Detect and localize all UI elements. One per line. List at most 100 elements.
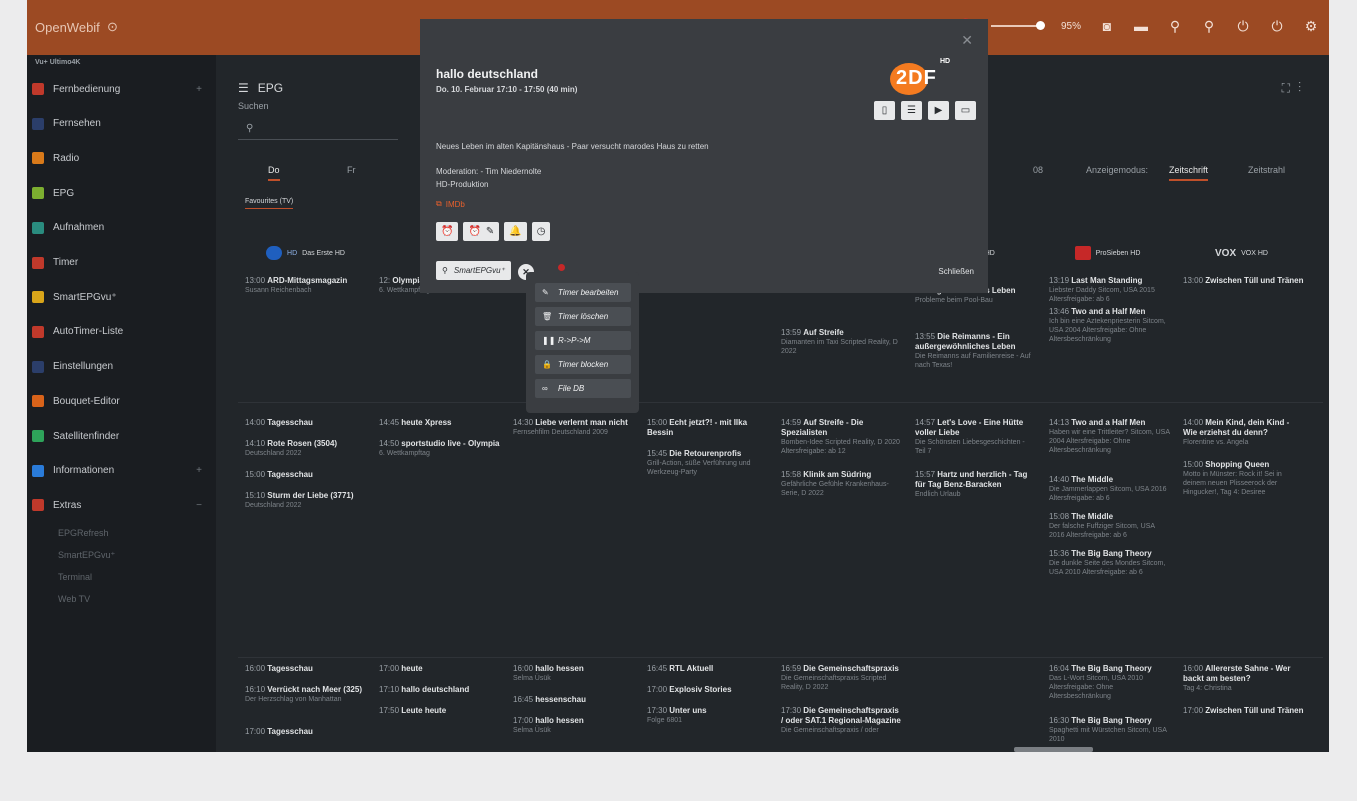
dropdown-item-timer-blocken[interactable]: 🔒 Timer blocken	[535, 355, 631, 374]
search-icon[interactable]: ⚲	[1167, 18, 1183, 35]
sidebar-item-einstellungen[interactable]: Einstellungen	[27, 355, 216, 379]
sidebar-item-smartepgvu[interactable]: SmartEPGvu⁺	[27, 285, 216, 309]
program-entry[interactable]: 14:00 Mein Kind, dein Kind - Wie erziehs…	[1183, 418, 1305, 447]
expand-icon[interactable]: −	[196, 500, 202, 511]
expand-icon[interactable]: +	[196, 465, 202, 476]
program-entry[interactable]: 16:04 The Big Bang Theory Das L-Wort Sitc…	[1049, 664, 1171, 701]
program-entry[interactable]: 17:50 Leute heute	[379, 706, 501, 716]
mobile-button[interactable]: ▭	[955, 101, 976, 120]
day-tab-fr[interactable]: Fr	[347, 165, 356, 175]
program-entry[interactable]: 16:45 hessenschau	[513, 695, 635, 705]
program-entry[interactable]: 17:00 Tagesschau	[245, 727, 367, 737]
sidebar-item-fernsehen[interactable]: Fernsehen	[27, 112, 216, 136]
sidebar-subitem-terminal[interactable]: Terminal	[58, 572, 92, 582]
program-entry[interactable]: 15:10 Sturm der Liebe (3771) Deutschland …	[245, 491, 367, 510]
dropdown-item-timer-l-schen[interactable]: 🗑 Timer löschen	[535, 307, 631, 326]
program-entry[interactable]: 16:00 Tagesschau	[245, 664, 367, 674]
program-entry[interactable]: 17:30 Die Gemeinschaftspraxis / oder SAT…	[781, 706, 903, 735]
program-entry[interactable]: 16:30 The Big Bang Theory Spaghetti mit W…	[1049, 716, 1171, 744]
fullscreen-icon[interactable]: ⛶⋮	[1282, 81, 1309, 96]
app-title[interactable]: OpenWebif	[35, 20, 100, 35]
program-entry[interactable]: 17:30 Unter uns Folge 6801	[647, 706, 769, 725]
bouquet-tab[interactable]: Favourites (TV)	[245, 198, 294, 209]
sidebar-subitem-epgrefresh[interactable]: EPGRefresh	[58, 528, 109, 538]
dropdown-item-file-db[interactable]: ∞ File DB	[535, 379, 631, 398]
expand-icon[interactable]: +	[196, 84, 202, 95]
program-entry[interactable]: 14:10 Rote Rosen (3504) Deutschland 2022	[245, 439, 367, 458]
remote-button[interactable]: ▯	[874, 101, 895, 120]
program-entry[interactable]: 15:58 Klinik am Südring Gefährliche Gefüh…	[781, 470, 903, 498]
sidebar-item-fernbedienung[interactable]: Fernbedienung +	[27, 77, 216, 101]
channel-header-vox[interactable]: VOX VOX HD	[1179, 246, 1304, 260]
program-entry[interactable]: 14:00 Tagesschau	[245, 418, 367, 428]
program-entry[interactable]: 13:46 Two and a Half Men Ich bin eine Azt…	[1049, 307, 1171, 344]
program-entry[interactable]: 13:55 Die Reimanns - Ein außergewöhnlich…	[915, 332, 1037, 370]
program-entry[interactable]: 16:00 Allererste Sahne - Wer backt am be…	[1183, 664, 1305, 693]
dropdown-item-timer-bearbeiten[interactable]: ✎ Timer bearbeiten	[535, 283, 631, 302]
autotimer-button[interactable]: 🔔	[504, 222, 527, 241]
program-entry[interactable]: 14:40 The Middle Die Jammerlappen Sitcom,…	[1049, 475, 1171, 503]
program-entry[interactable]: 13:00 ARD-Mittagsmagazin Susann Reichenba…	[245, 276, 367, 295]
search-input[interactable]: ⚲	[238, 119, 398, 140]
sidebar-item-satellitenfinder[interactable]: Satellitenfinder	[27, 424, 216, 448]
zap-timer-button[interactable]: ◷	[531, 222, 551, 241]
channel-header-prosieben[interactable]: ProSieben HD	[1045, 246, 1170, 260]
program-entry[interactable]: 16:59 Die Gemeinschaftspraxis Die Gemeins…	[781, 664, 903, 692]
list-button[interactable]: ☰	[901, 101, 922, 120]
program-entry[interactable]: 14:30 Liebe verlernt man nicht Fernsehfil…	[513, 418, 635, 437]
sidebar-item-aufnahmen[interactable]: Aufnahmen	[27, 216, 216, 240]
program-entry[interactable]: 13:00 Zwischen Tüll und Tränen	[1183, 276, 1305, 286]
volume-knob[interactable]	[1035, 21, 1045, 30]
program-entry[interactable]: 15:00 Tagesschau	[245, 470, 367, 480]
program-entry[interactable]: 14:45 heute Xpress	[379, 418, 501, 428]
program-entry[interactable]: 15:00 Echt jetzt?! - mit Ilka Bessin	[647, 418, 769, 438]
edit-timer-button[interactable]: ⏰ ✎	[463, 222, 500, 241]
power-icon[interactable]: ⊙	[107, 19, 118, 35]
horizontal-scrollbar[interactable]	[1014, 747, 1093, 752]
program-entry[interactable]: 15:36 The Big Bang Theory Die dunkle Seit…	[1049, 549, 1171, 577]
channel-header-daserste[interactable]: HD Das Erste HD	[243, 246, 368, 260]
message-icon[interactable]: ▬	[1133, 18, 1149, 34]
sidebar-item-informationen[interactable]: Informationen +	[27, 459, 216, 483]
program-entry[interactable]: 16:00 hallo hessen Selma Üsük	[513, 664, 635, 683]
mode-zeitschrift[interactable]: Zeitschrift	[1169, 165, 1209, 181]
imdb-link[interactable]: ⧉ IMDb	[436, 199, 465, 209]
mode-zeitstrahl[interactable]: Zeitstrahl	[1248, 165, 1285, 175]
program-entry[interactable]: 14:59 Auf Streife - Die Spezialisten Bomb…	[781, 418, 903, 456]
standby-icon[interactable]: ⏻	[1269, 18, 1285, 35]
dropdown-item-r-p-m[interactable]: ❚❚ R->P->M	[535, 331, 631, 350]
sidebar-item-timer[interactable]: Timer	[27, 251, 216, 275]
close-button[interactable]: Schließen	[938, 267, 974, 276]
add-timer-button[interactable]: ⏰	[436, 222, 459, 241]
day-tab-08[interactable]: 08	[1033, 165, 1043, 175]
close-icon[interactable]: ✕	[961, 32, 973, 49]
program-entry[interactable]: 15:00 Shopping Queen Motto in Münster: Ro…	[1183, 460, 1305, 497]
sidebar-item-bouquet-editor[interactable]: Bouquet-Editor	[27, 389, 216, 413]
camera-icon[interactable]: ◙	[1099, 18, 1115, 34]
gear-icon[interactable]: ⚙	[1303, 18, 1319, 35]
program-entry[interactable]: 17:10 hallo deutschland	[379, 685, 501, 695]
program-entry[interactable]: 16:45 RTL Aktuell	[647, 664, 769, 674]
stream-button[interactable]: ▶	[928, 101, 949, 120]
program-entry[interactable]: 17:00 heute	[379, 664, 501, 674]
program-entry[interactable]: 14:57 Let's Love - Eine Hütte voller Lie…	[915, 418, 1037, 456]
program-entry[interactable]: 17:00 Zwischen Tüll und Tränen	[1183, 706, 1305, 716]
program-entry[interactable]: 15:45 Die Retourenprofis Grill-Action, sü…	[647, 449, 769, 477]
program-entry[interactable]: 17:00 hallo hessen Selma Üsük	[513, 716, 635, 735]
sidebar-item-epg[interactable]: EPG	[27, 181, 216, 205]
volume-slider[interactable]	[990, 21, 1045, 30]
program-entry[interactable]: 14:13 Two and a Half Men Haben wir eine T…	[1049, 418, 1171, 455]
zoom-icon[interactable]: ⚲	[1201, 18, 1217, 35]
power-off-icon[interactable]: ⏻	[1235, 18, 1251, 35]
sidebar-item-radio[interactable]: Radio	[27, 146, 216, 170]
smartepg-button[interactable]: ⚲ SmartEPGvu⁺	[436, 261, 511, 280]
sidebar-item-extras[interactable]: Extras −	[27, 493, 216, 517]
program-entry[interactable]: 13:19 Last Man Standing Liebster Daddy Si…	[1049, 276, 1171, 304]
program-entry[interactable]: 15:08 The Middle Der falsche Fuffziger Si…	[1049, 512, 1171, 540]
program-entry[interactable]: 13:59 Auf Streife Diamanten im Taxi Scrip…	[781, 328, 903, 356]
sidebar-item-autotimer-liste[interactable]: AutoTimer-Liste	[27, 320, 216, 344]
program-entry[interactable]: 14:50 sportstudio live - Olympia 6. Wettk…	[379, 439, 501, 458]
program-entry[interactable]: 15:57 Hartz und herzlich - Tag für Tag B…	[915, 470, 1037, 499]
sidebar-subitem-web-tv[interactable]: Web TV	[58, 594, 90, 604]
program-entry[interactable]: 16:10 Verrückt nach Meer (325) Der Herzsc…	[245, 685, 367, 704]
